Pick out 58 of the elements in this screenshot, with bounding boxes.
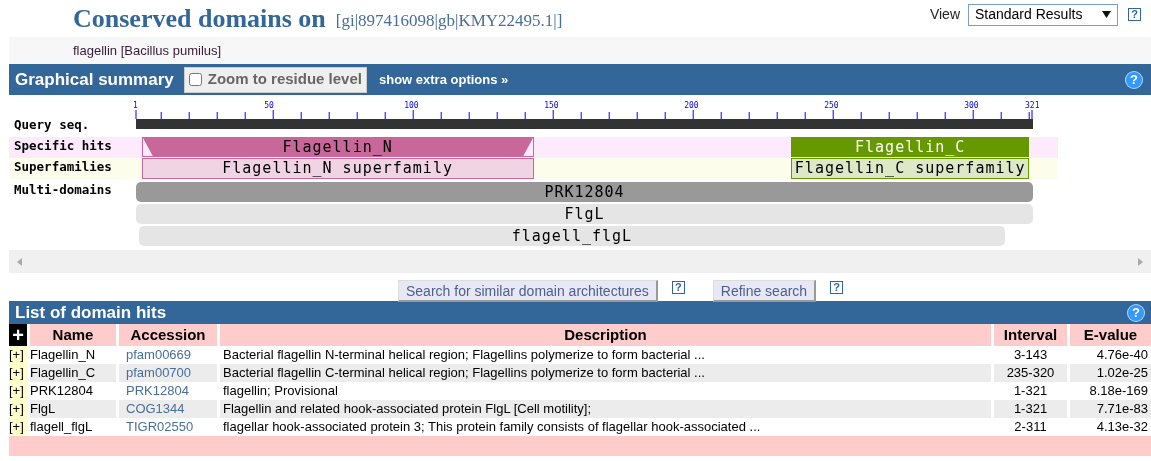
domain-bar[interactable]: FlgL [136,204,1033,224]
table-cell: Flagellin and related hook-associated protein FlgL [Cell motility]; [220,400,991,418]
help-button[interactable]: ? [1128,8,1141,21]
sequence-id-link[interactable]: [gi|897416098|gb|KMY22495.1|] [335,7,563,34]
ruler-label: 50 [264,101,274,110]
superfamily-bar[interactable]: Flagellin_C superfamily [791,158,1030,179]
action-button[interactable]: Refine search [712,280,817,302]
ruler-label: 100 [404,101,419,110]
scroll-left-icon[interactable] [17,257,22,266]
domain-bar[interactable]: flagell_flgL [138,226,1005,246]
view-label: View [929,5,960,24]
table-cell: 1-321 [994,400,1067,418]
expand-button[interactable]: [+] [9,346,27,364]
table-cell: 235-320 [994,364,1067,382]
ruler-label: 150 [544,101,559,110]
expand-button[interactable]: [+] [9,418,27,436]
column-header[interactable]: Interval [994,324,1067,346]
expand-button[interactable]: [+] [9,400,27,418]
column-header[interactable]: Description [220,324,991,346]
section-title: Graphical summary [15,68,174,91]
action-button[interactable]: Search for similar domain architectures [398,280,658,302]
help-button[interactable]: ? [830,280,844,294]
caret-icon [1102,11,1111,18]
ruler-label: 300 [964,101,979,110]
help-button[interactable]: ? [671,280,685,294]
track-label: Multi-domains [14,183,112,197]
column-header[interactable]: Accession [119,324,217,346]
section-title: List of domain hits [15,301,167,324]
accession-link[interactable]: COG1344 [119,400,217,418]
column-header[interactable]: E-value [1070,324,1151,346]
expand-button[interactable]: [+] [9,364,27,382]
protein-name: flagellin [Bacillus pumilus] [73,41,222,60]
table-cell: 1.02e-25 [1070,364,1151,382]
accession-link[interactable]: pfam00700 [119,364,217,382]
table-cell: FlgL [30,400,116,418]
track-label: Query seq. [14,118,90,132]
page-title: Conserved domains on [73,3,326,35]
ruler-label: 1 [133,101,138,110]
scroll-right-icon[interactable] [1138,257,1143,266]
view-select[interactable]: Standard Results [968,3,1118,26]
superfamily-bar[interactable]: Flagellin_N superfamily [141,158,534,179]
ruler-label: 250 [824,101,839,110]
expand-button[interactable]: [+] [9,382,27,400]
table-cell: Bacterial flagellin C-terminal helical region; Flagellins polymerize to form bacterial ... [220,364,991,382]
domain-bar[interactable]: PRK12804 [136,182,1033,202]
zoom-option[interactable]: Zoom to residue level [183,66,367,93]
extra-options-link[interactable]: show extra options » [378,69,509,90]
ruler-label: 321 [1025,101,1040,110]
domain-bar[interactable]: Flagellin_N [141,137,534,157]
checkbox[interactable] [188,73,202,86]
track-label: Superfamilies [14,160,112,174]
track-label: Specific hits [14,139,112,153]
horizontal-scrollbar[interactable] [9,250,1151,273]
table-cell: Flagellin_C [30,364,116,382]
table-cell: 7.71e-83 [1070,400,1151,418]
column-header[interactable]: Name [30,324,116,346]
expand-all-button[interactable]: + [9,324,27,346]
ruler-label: 200 [684,101,699,110]
